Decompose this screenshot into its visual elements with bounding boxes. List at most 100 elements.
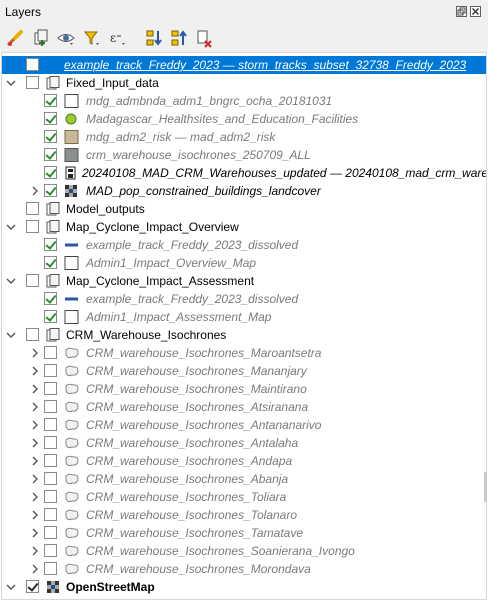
chevron-down-icon[interactable] [5, 275, 17, 287]
layer-row[interactable]: CRM_warehouse_Isochrones_Soanierana_Ivon… [2, 542, 486, 560]
layer-row[interactable]: CRM_warehouse_Isochrones_Mananjary [2, 362, 486, 380]
group-visibility-checkbox[interactable] [26, 220, 39, 233]
chevron-down-icon[interactable] [5, 581, 17, 593]
layer-row[interactable]: CRM_warehouse_Isochrones_Tamatave [2, 524, 486, 542]
remove-layer-icon[interactable] [194, 28, 214, 48]
layer-row[interactable]: example_track_Freddy_2023_dissolved [2, 236, 486, 254]
chevron-down-icon[interactable] [5, 329, 17, 341]
chevron-right-icon[interactable] [29, 437, 41, 449]
visibility-checkbox[interactable] [44, 382, 57, 395]
layer-row[interactable]: Admin1_Impact_Overview_Map [2, 254, 486, 272]
layer-row-openstreetmap[interactable]: OpenStreetMap [2, 578, 486, 596]
group-row-crm-warehouse-isochrones[interactable]: CRM_Warehouse_Isochrones [2, 326, 486, 344]
layer-row[interactable]: example_track_Freddy_2023_dissolved [2, 290, 486, 308]
polygon-categorized-icon [64, 382, 80, 396]
layer-label: CRM_warehouse_Isochrones_Maintirano [86, 382, 307, 396]
visibility-checkbox[interactable] [44, 490, 57, 503]
visibility-checkbox[interactable] [44, 112, 57, 125]
add-group-icon[interactable] [31, 28, 51, 48]
polygon-categorized-icon [64, 364, 80, 378]
layer-row[interactable]: CRM_warehouse_Isochrones_Andapa [2, 452, 486, 470]
polygon-categorized-icon [64, 454, 80, 468]
close-panel-button[interactable] [470, 6, 481, 17]
float-panel-button[interactable] [456, 6, 467, 17]
layer-row[interactable]: CRM_warehouse_Isochrones_Tolanaro [2, 506, 486, 524]
layer-row[interactable]: 20240108_MAD_CRM_Warehouses_updated — 20… [2, 164, 486, 182]
layer-row[interactable]: MAD_pop_constrained_buildings_landcover [2, 182, 486, 200]
chevron-right-icon[interactable] [29, 545, 41, 557]
layer-row[interactable]: CRM_warehouse_Isochrones_Morondava [2, 560, 486, 578]
layer-row[interactable]: mdg_adm2_risk — mad_adm2_risk [2, 128, 486, 146]
group-row-impact-assessment[interactable]: Map_Cyclone_Impact_Assessment [2, 272, 486, 290]
group-row-model-outputs[interactable]: Model_outputs [2, 200, 486, 218]
filter-icon[interactable] [82, 28, 102, 48]
visibility-checkbox[interactable] [26, 580, 39, 593]
visibility-checkbox[interactable] [44, 130, 57, 143]
group-row-impact-overview[interactable]: Map_Cyclone_Impact_Overview [2, 218, 486, 236]
visibility-checkbox[interactable] [44, 562, 57, 575]
visibility-checkbox[interactable] [44, 256, 57, 269]
layer-row[interactable]: Admin1_Impact_Assessment_Map [2, 308, 486, 326]
layer-row[interactable]: CRM_warehouse_Isochrones_Atsiranana [2, 398, 486, 416]
visibility-checkbox[interactable] [44, 166, 57, 179]
visibility-checkbox[interactable] [44, 526, 57, 539]
layer-row[interactable]: CRM_warehouse_Isochrones_Antananarivo [2, 416, 486, 434]
visibility-checkbox[interactable] [44, 184, 57, 197]
group-visibility-checkbox[interactable] [26, 328, 39, 341]
chevron-right-icon[interactable] [29, 365, 41, 377]
chevron-right-icon[interactable] [29, 473, 41, 485]
visibility-checkbox[interactable] [44, 472, 57, 485]
vertical-scrollbar[interactable] [482, 52, 488, 600]
layer-row[interactable]: CRM_warehouse_Isochrones_Antalaha [2, 434, 486, 452]
expression-filter-icon[interactable]: ε [108, 28, 128, 48]
layer-row[interactable]: CRM_warehouse_Isochrones_Abanja [2, 470, 486, 488]
visibility-checkbox[interactable] [44, 418, 57, 431]
layer-row[interactable]: Madagascar_Healthsites_and_Education_Fac… [2, 110, 486, 128]
collapse-all-icon[interactable] [169, 28, 189, 48]
scroll-thumb[interactable] [484, 472, 487, 502]
layer-label: example_track_Freddy_2023 — storm_tracks… [64, 58, 467, 72]
layer-row[interactable]: CRM_warehouse_Isochrones_Toliara [2, 488, 486, 506]
chevron-down-icon[interactable] [5, 221, 17, 233]
expand-all-icon[interactable] [144, 28, 164, 48]
visibility-checkbox[interactable] [44, 238, 57, 251]
visibility-checkbox[interactable] [44, 148, 57, 161]
visibility-checkbox[interactable] [44, 400, 57, 413]
visibility-checkbox[interactable] [44, 508, 57, 521]
layer-row-selected-track[interactable]: example_track_Freddy_2023 — storm_tracks… [2, 56, 486, 74]
visibility-checkbox[interactable] [44, 436, 57, 449]
chevron-right-icon[interactable] [29, 527, 41, 539]
visibility-checkbox[interactable] [44, 310, 57, 323]
visibility-checkbox[interactable] [44, 346, 57, 359]
layer-tree[interactable]: example_track_Freddy_2023 — storm_tracks… [1, 52, 487, 600]
layer-row[interactable]: CRM_warehouse_Isochrones_Maroantsetra [2, 344, 486, 362]
chevron-right-icon[interactable] [29, 383, 41, 395]
visibility-eye-icon[interactable] [56, 28, 76, 48]
group-visibility-checkbox[interactable] [26, 274, 39, 287]
style-brush-icon[interactable] [6, 28, 26, 48]
visibility-checkbox[interactable] [44, 364, 57, 377]
layer-label: Admin1_Impact_Assessment_Map [86, 310, 272, 324]
chevron-right-icon[interactable] [29, 509, 41, 521]
visibility-checkbox[interactable] [44, 292, 57, 305]
chevron-right-icon[interactable] [29, 185, 41, 197]
chevron-right-icon[interactable] [29, 455, 41, 467]
group-row-fixed-input-data[interactable]: Fixed_Input_data [2, 74, 486, 92]
chevron-right-icon[interactable] [29, 491, 41, 503]
chevron-right-icon[interactable] [29, 347, 41, 359]
chevron-down-icon[interactable] [5, 77, 17, 89]
chevron-right-icon[interactable] [29, 419, 41, 431]
visibility-checkbox[interactable] [44, 94, 57, 107]
chevron-right-icon[interactable] [29, 401, 41, 413]
polygon-symbol-icon [64, 148, 80, 162]
visibility-checkbox[interactable] [26, 58, 39, 71]
layer-row[interactable]: crm_warehouse_isochrones_250709_ALL [2, 146, 486, 164]
group-visibility-checkbox[interactable] [26, 76, 39, 89]
group-visibility-checkbox[interactable] [26, 202, 39, 215]
layer-row[interactable]: mdg_admbnda_adm1_bngrc_ocha_20181031 [2, 92, 486, 110]
layer-label: CRM_warehouse_Isochrones_Tolanaro [86, 508, 298, 522]
layer-row[interactable]: CRM_warehouse_Isochrones_Maintirano [2, 380, 486, 398]
visibility-checkbox[interactable] [44, 544, 57, 557]
chevron-right-icon[interactable] [29, 563, 41, 575]
visibility-checkbox[interactable] [44, 454, 57, 467]
